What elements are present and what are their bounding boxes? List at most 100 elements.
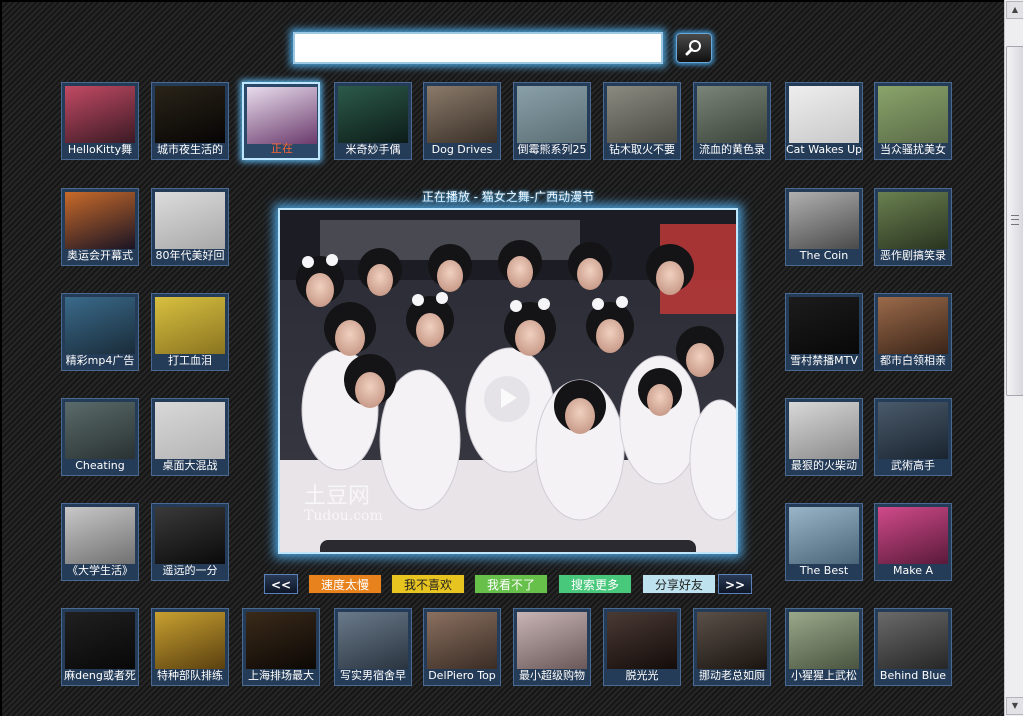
thumbnail-caption: 倒霉熊系列25: [517, 143, 587, 156]
thumbnail-caption: 挪动老总如厕: [699, 669, 765, 682]
video-thumbnail[interactable]: DelPiero Top: [423, 608, 501, 686]
player-control-bar[interactable]: [320, 540, 696, 552]
thumbnail-image: [789, 86, 859, 143]
video-thumbnail[interactable]: 钻木取火不要: [603, 82, 681, 160]
thumbnail-caption: 麻deng或者死: [64, 669, 136, 682]
video-thumbnail[interactable]: 恶作剧搞笑录: [874, 188, 952, 266]
video-thumbnail[interactable]: Behind Blue: [874, 608, 952, 686]
search-input[interactable]: [295, 34, 661, 62]
video-thumbnail[interactable]: 上海排场最大: [242, 608, 320, 686]
feedback-button[interactable]: 速度太慢: [308, 574, 382, 594]
thumbnail-caption: Dog Drives: [431, 143, 493, 156]
video-thumbnail[interactable]: 写实男宿舍早: [334, 608, 412, 686]
thumbnail-image: [517, 86, 587, 143]
search-box: [293, 32, 663, 64]
video-thumbnail[interactable]: 雪村禁播MTV: [785, 293, 863, 371]
vertical-scrollbar[interactable]: ▲ ▼: [1004, 0, 1023, 716]
thumbnail-caption: 当众骚扰美女: [880, 143, 946, 156]
thumbnail-image: [789, 612, 859, 669]
thumbnail-caption: 钻木取火不要: [609, 143, 675, 156]
search-button[interactable]: [676, 33, 712, 63]
video-thumbnail[interactable]: 流血的黄色录: [693, 82, 771, 160]
video-thumbnail[interactable]: 精彩mp4广告: [61, 293, 139, 371]
thumbnail-caption: HelloKitty舞: [67, 143, 133, 156]
thumbnail-caption: 遥远的一分: [162, 564, 218, 577]
thumbnail-caption: Make A: [893, 564, 933, 577]
thumbnail-image: [878, 297, 948, 354]
video-thumbnail[interactable]: Make A: [874, 503, 952, 581]
video-thumbnail[interactable]: 奥运会开幕式: [61, 188, 139, 266]
thumbnail-caption: 雪村禁播MTV: [790, 354, 858, 367]
video-thumbnail[interactable]: 遥远的一分: [151, 503, 229, 581]
feedback-button[interactable]: 我看不了: [474, 574, 548, 594]
video-player[interactable]: 土豆网 Tudou.com: [278, 208, 738, 554]
feedback-button[interactable]: 搜索更多: [558, 574, 632, 594]
video-thumbnail[interactable]: 打工血泪: [151, 293, 229, 371]
thumbnail-caption: Cheating: [75, 459, 125, 472]
thumbnail-image: [65, 297, 135, 354]
video-thumbnail[interactable]: 麻deng或者死: [61, 608, 139, 686]
thumbnail-image: [65, 192, 135, 249]
thumbnail-image: [607, 612, 677, 669]
video-thumbnail[interactable]: Dog Drives: [423, 82, 501, 160]
thumbnail-image: [155, 612, 225, 669]
video-thumbnail[interactable]: 小猩猩上武松: [785, 608, 863, 686]
thumbnail-image: [246, 612, 316, 669]
thumbnail-caption: 正在: [271, 142, 293, 155]
thumbnail-image: [338, 612, 408, 669]
video-thumbnail[interactable]: 《大学生活》: [61, 503, 139, 581]
prev-button[interactable]: <<: [264, 574, 298, 594]
video-thumbnail[interactable]: 武術高手: [874, 398, 952, 476]
thumbnail-caption: The Best: [799, 564, 849, 577]
thumbnail-image: [427, 612, 497, 669]
video-thumbnail[interactable]: 最小超级购物: [513, 608, 591, 686]
video-thumbnail[interactable]: 城市夜生活的: [151, 82, 229, 160]
thumbnail-caption: The Coin: [799, 249, 849, 262]
thumbnail-image: [878, 192, 948, 249]
scroll-down-button[interactable]: ▼: [1006, 697, 1023, 715]
video-thumbnail[interactable]: Cheating: [61, 398, 139, 476]
thumbnail-image: [789, 192, 859, 249]
video-thumbnail[interactable]: 倒霉熊系列25: [513, 82, 591, 160]
feedback-button[interactable]: 分享好友: [642, 574, 716, 594]
video-thumbnail[interactable]: HelloKitty舞: [61, 82, 139, 160]
video-thumbnail[interactable]: 米奇妙手偶: [334, 82, 412, 160]
video-thumbnail[interactable]: 脱光光: [603, 608, 681, 686]
thumbnail-caption: 写实男宿舍早: [340, 669, 406, 682]
thumbnail-caption: Cat Wakes Up: [786, 143, 862, 156]
video-thumbnail[interactable]: 都市白领相亲: [874, 293, 952, 371]
video-thumbnail[interactable]: The Coin: [785, 188, 863, 266]
thumbnail-image: [789, 507, 859, 564]
thumbnail-caption: 《大学生活》: [67, 564, 133, 577]
thumbnail-caption: 80年代美好回: [155, 249, 225, 262]
thumbnail-image: [155, 402, 225, 459]
video-thumbnail[interactable]: Cat Wakes Up: [785, 82, 863, 160]
play-icon[interactable]: [482, 374, 532, 424]
thumbnail-caption: 打工血泪: [168, 354, 212, 367]
thumbnail-caption: 米奇妙手偶: [345, 143, 401, 156]
video-thumbnail[interactable]: 桌面大混战: [151, 398, 229, 476]
thumbnail-image: [878, 507, 948, 564]
scrollbar-thumb[interactable]: [1006, 46, 1023, 396]
grip-icon: [1011, 215, 1019, 225]
thumbnail-caption: 都市白领相亲: [880, 354, 946, 367]
thumbnail-image: [338, 86, 408, 143]
video-thumbnail[interactable]: 特种部队排练: [151, 608, 229, 686]
thumbnail-caption: 恶作剧搞笑录: [880, 249, 946, 262]
thumbnail-caption: 武術高手: [891, 459, 935, 472]
video-thumbnail[interactable]: 挪动老总如厕: [693, 608, 771, 686]
video-thumbnail[interactable]: The Best: [785, 503, 863, 581]
next-button[interactable]: >>: [718, 574, 752, 594]
thumbnail-caption: 小猩猩上武松: [791, 669, 857, 682]
feedback-button[interactable]: 我不喜欢: [391, 574, 465, 594]
thumbnail-caption: 脱光光: [625, 669, 659, 682]
tudou-watermark: 土豆网 Tudou.com: [304, 484, 383, 524]
video-thumbnail[interactable]: 80年代美好回: [151, 188, 229, 266]
thumbnail-image: [427, 86, 497, 143]
thumbnail-image: [878, 86, 948, 143]
video-thumbnail[interactable]: 当众骚扰美女: [874, 82, 952, 160]
scroll-up-button[interactable]: ▲: [1006, 1, 1023, 19]
thumbnail-caption: 流血的黄色录: [699, 143, 765, 156]
video-thumbnail[interactable]: 正在: [242, 82, 320, 160]
video-thumbnail[interactable]: 最狠的火柴动: [785, 398, 863, 476]
